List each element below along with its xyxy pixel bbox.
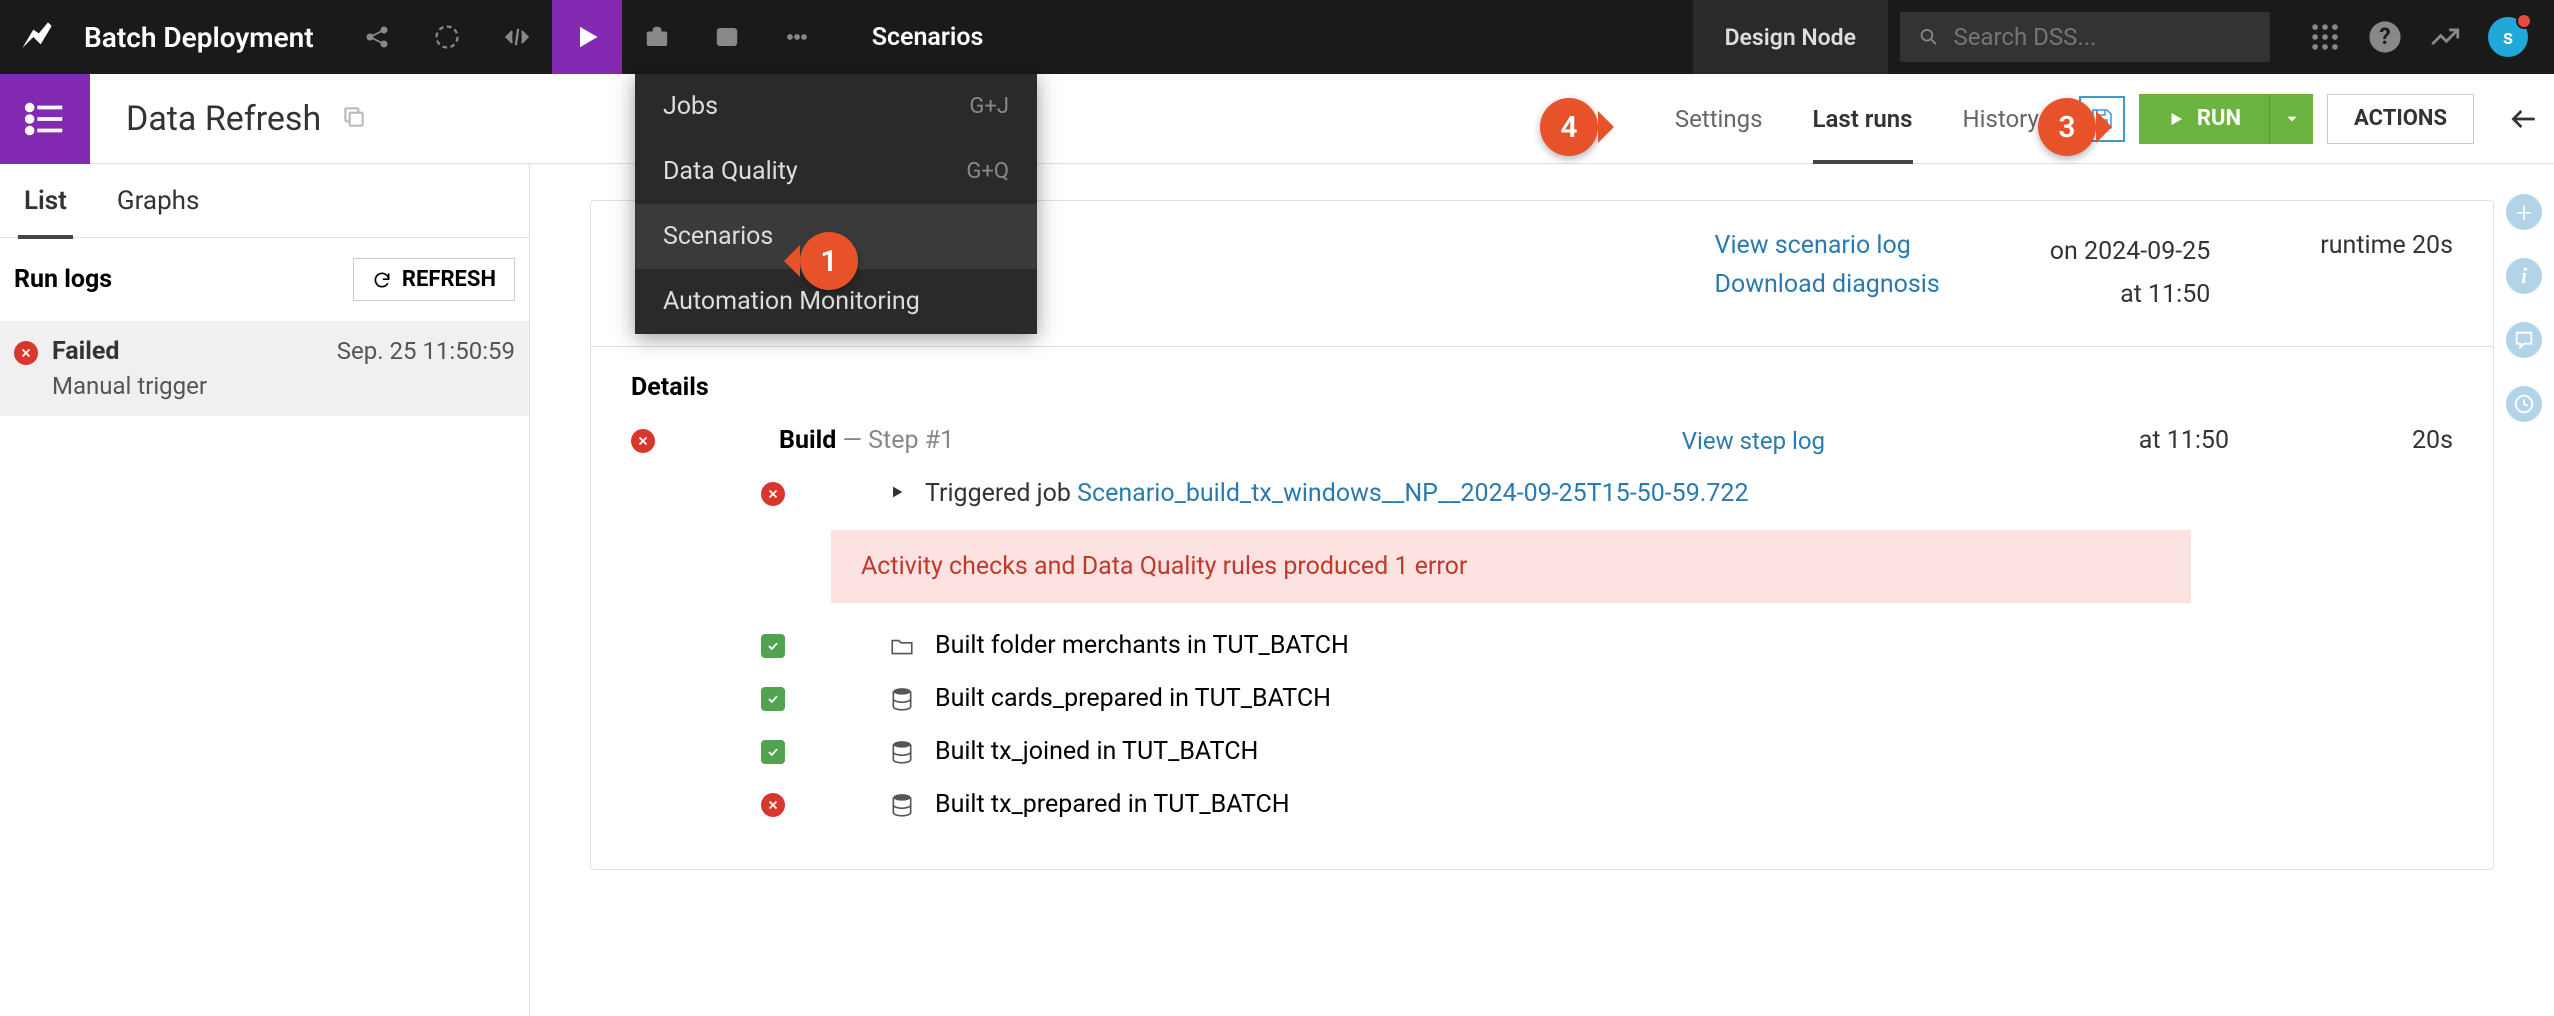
tabs: Settings Last runs History (1675, 77, 2039, 161)
run-time: at 11:50 (2050, 274, 2211, 317)
build-text: Built tx_prepared in TUT_BATCH (935, 790, 1290, 819)
right-rail: + i (2494, 164, 2554, 422)
dropdown-item-jobs[interactable]: JobsG+J (635, 74, 1037, 139)
details-section: Details Build — Step #1 View step log at… (591, 347, 2493, 869)
build-text: Built folder merchants in TUT_BATCH (935, 631, 1349, 660)
side-tab-list[interactable]: List (24, 166, 67, 236)
build-row: Built tx_prepared in TUT_BATCH (761, 790, 2453, 819)
dropdown-item-data-quality[interactable]: Data QualityG+Q (635, 139, 1037, 204)
runlogs-title: Run logs (14, 265, 112, 294)
share-icon[interactable] (342, 0, 412, 74)
subheader: Data Refresh Settings Last runs History … (0, 74, 2554, 164)
error-banner: Activity checks and Data Quality rules p… (831, 530, 2191, 603)
details-title: Details (631, 373, 2453, 402)
callout-4: 4 (1540, 98, 1598, 156)
design-node-button[interactable]: Design Node (1693, 0, 1888, 74)
build-row: Built tx_joined in TUT_BATCH (761, 737, 2453, 766)
avatar[interactable]: s (2488, 17, 2528, 57)
error-icon (761, 482, 785, 506)
history-icon[interactable] (2506, 386, 2542, 422)
page-title: Data Refresh (126, 99, 321, 139)
database-icon (889, 739, 915, 765)
flow-icon[interactable] (412, 0, 482, 74)
help-icon[interactable]: ? (2368, 20, 2402, 54)
log-time: Sep. 25 11:50:59 (337, 337, 515, 400)
chat-icon[interactable] (2506, 322, 2542, 358)
refresh-icon (372, 270, 392, 290)
tab-settings[interactable]: Settings (1675, 77, 1763, 161)
info-icon[interactable]: i (2506, 258, 2542, 294)
step-sub: — Step #1 (836, 426, 954, 455)
more-icon[interactable] (762, 0, 832, 74)
side-tab-graphs[interactable]: Graphs (117, 166, 200, 236)
download-diagnosis-link[interactable]: Download diagnosis (1715, 270, 1940, 299)
run-date: on 2024-09-25 (2050, 231, 2211, 274)
error-icon (14, 341, 38, 400)
search-icon (1918, 25, 1939, 49)
side-tabs: List Graphs (0, 164, 529, 238)
add-icon[interactable]: + (2506, 194, 2542, 230)
refresh-button[interactable]: REFRESH (353, 258, 515, 301)
step-time: at 11:50 (2089, 426, 2229, 455)
search-input[interactable] (1953, 23, 2252, 51)
top-right-icons: ? s (2282, 17, 2554, 57)
content: List Graphs Run logs REFRESH Failed Manu… (0, 164, 2554, 1016)
nav-menu-title: Scenarios (872, 23, 984, 52)
view-step-log-link[interactable]: View step log (1682, 427, 1825, 455)
project-name[interactable]: Batch Deployment (84, 21, 314, 54)
run-runtime: runtime 20s (2320, 231, 2453, 316)
topbar: Batch Deployment Scenarios Design Node ?… (0, 0, 2554, 74)
triggered-job-link[interactable]: Scenario_build_tx_windows__NP__2024-09-2… (1077, 479, 1748, 508)
expand-icon[interactable] (889, 484, 905, 504)
play-icon (2167, 110, 2185, 128)
step-name: Build (779, 426, 836, 455)
database-icon (889, 686, 915, 712)
build-row: Built cards_prepared in TUT_BATCH (761, 684, 2453, 713)
runlogs-header: Run logs REFRESH (0, 238, 529, 321)
back-arrow[interactable] (2494, 103, 2554, 135)
dashboard-icon[interactable] (692, 0, 762, 74)
apps-icon[interactable] (2308, 20, 2342, 54)
error-icon (761, 793, 785, 817)
search-box[interactable] (1900, 12, 2270, 62)
build-text: Built tx_joined in TUT_BATCH (935, 737, 1258, 766)
play-dropdown: JobsG+J Data QualityG+Q Scenarios Automa… (635, 74, 1037, 334)
hamburger-button[interactable] (0, 74, 90, 164)
notification-dot (2516, 13, 2532, 29)
success-icon (761, 687, 785, 711)
briefcase-icon[interactable] (622, 0, 692, 74)
tab-history[interactable]: History (1963, 77, 2039, 161)
folder-icon (889, 633, 915, 659)
run-button[interactable]: RUN (2139, 94, 2269, 144)
callout-1: 1 (800, 232, 858, 290)
actions-button[interactable]: ACTIONS (2327, 94, 2474, 144)
log-item[interactable]: Failed Manual trigger Sep. 25 11:50:59 (0, 321, 529, 416)
build-row: Built folder merchants in TUT_BATCH (761, 631, 2453, 660)
success-icon (761, 740, 785, 764)
callout-3: 3 (2038, 98, 2096, 156)
trigger-prefix: Triggered job (925, 479, 1077, 508)
trend-icon[interactable] (2428, 20, 2462, 54)
log-trigger: Manual trigger (52, 372, 337, 400)
tab-last-runs[interactable]: Last runs (1813, 77, 1913, 161)
log-status: Failed (52, 337, 337, 366)
view-scenario-log-link[interactable]: View scenario log (1715, 231, 1940, 260)
step-duration: 20s (2253, 426, 2453, 455)
sidebar: List Graphs Run logs REFRESH Failed Manu… (0, 164, 530, 1016)
step-row: Build — Step #1 View step log at 11:50 2… (631, 426, 2453, 455)
chevron-down-icon (2285, 112, 2299, 126)
svg-text:?: ? (2379, 23, 2390, 50)
error-icon (631, 429, 655, 453)
substep: Triggered job Scenario_build_tx_windows_… (761, 479, 2453, 508)
copy-icon[interactable] (341, 104, 367, 134)
logo[interactable] (0, 0, 74, 74)
code-icon[interactable] (482, 0, 552, 74)
play-menu-icon[interactable] (552, 0, 622, 74)
run-caret-button[interactable] (2269, 94, 2313, 144)
success-icon (761, 634, 785, 658)
database-icon (889, 792, 915, 818)
build-text: Built cards_prepared in TUT_BATCH (935, 684, 1331, 713)
